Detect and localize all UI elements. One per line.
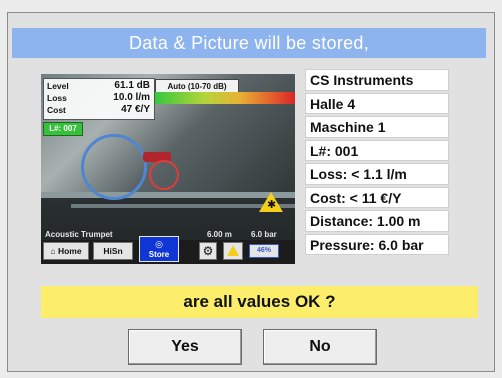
yes-button[interactable]: Yes — [128, 329, 242, 365]
confirm-question: are all values OK ? — [41, 286, 478, 318]
gear-icon: ⚙ — [199, 242, 217, 260]
readings-panel: Level 61.1 dB Loss 10.0 l/m Cost 47 €/Y — [43, 78, 155, 120]
info-machine: Maschine 1 — [305, 116, 449, 138]
picture-beam — [41, 192, 295, 198]
reading-value-level: 61.1 dB — [114, 80, 150, 91]
reading-label-loss: Loss — [47, 93, 67, 103]
pressure-label: 6.0 bar — [251, 230, 277, 239]
info-cost: Cost: < 11 €/Y — [305, 186, 449, 208]
info-loss: Loss: < 1.1 l/m — [305, 163, 449, 185]
source-label: Acoustic Trumpet — [45, 230, 113, 239]
captured-picture: Auto (10-70 dB) Level 61.1 dB Loss 10.0 … — [41, 74, 295, 264]
info-leak-number: L#: 001 — [305, 139, 449, 161]
home-label: Home — [57, 246, 82, 256]
reading-label-cost: Cost — [47, 105, 66, 115]
distance-label: 6.00 m — [207, 230, 232, 239]
level-scale-bar — [155, 92, 295, 104]
battery-indicator: 46% — [249, 244, 279, 258]
info-distance: Distance: 1.00 m — [305, 210, 449, 232]
info-pressure: Pressure: 6.0 bar — [305, 233, 449, 255]
home-icon: ⌂ — [50, 246, 56, 256]
home-button: ⌂ Home — [43, 242, 89, 260]
no-button[interactable]: No — [263, 329, 377, 365]
picture-hose — [81, 134, 147, 200]
warning-icon — [227, 245, 239, 256]
warning-button — [223, 242, 243, 260]
measurement-info-list: CS Instruments Halle 4 Maschine 1 L#: 00… — [305, 69, 449, 257]
reading-label-level: Level — [47, 81, 69, 91]
leak-marker-ring — [149, 160, 179, 190]
hisn-button: HiSn — [93, 242, 133, 260]
dialog-title: Data & Picture will be stored, — [12, 28, 486, 58]
laser-warning-symbol: ✱ — [267, 199, 277, 211]
store-button: ◎ Store — [139, 236, 179, 262]
camera-icon: ◎ — [155, 239, 163, 249]
reading-value-loss: 10.0 l/m — [113, 92, 150, 103]
info-building: Halle 4 — [305, 92, 449, 114]
leak-number-badge: L#: 007 — [43, 122, 83, 136]
reading-value-cost: 47 €/Y — [121, 104, 150, 115]
store-label: Store — [148, 250, 170, 259]
info-company: CS Instruments — [305, 69, 449, 91]
